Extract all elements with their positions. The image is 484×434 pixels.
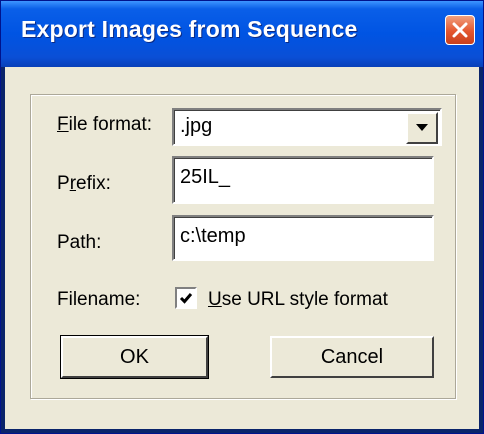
prefix-input[interactable]: 25IL_ <box>172 156 434 204</box>
title-bar[interactable]: Export Images from Sequence <box>1 1 483 67</box>
file-format-value: .jpg <box>180 115 213 137</box>
filename-label: Filename: <box>57 289 141 310</box>
prefix-value: 25IL_ <box>180 166 231 188</box>
path-value: c:\temp <box>180 225 246 247</box>
path-label: Path: <box>57 232 102 253</box>
window-title: Export Images from Sequence <box>21 16 358 42</box>
file-format-combobox[interactable]: .jpg <box>172 108 442 146</box>
file-format-dropdown-button[interactable] <box>406 112 438 144</box>
file-format-label: File format: <box>57 114 153 135</box>
url-style-checkbox[interactable] <box>175 287 197 309</box>
dialog-body: File format: .jpg Prefix: 25IL_ Path: c:… <box>5 67 479 429</box>
close-button[interactable] <box>445 15 475 45</box>
chevron-down-icon <box>416 124 428 131</box>
checkmark-icon <box>179 293 193 304</box>
close-icon <box>452 22 468 38</box>
dialog-window: Export Images from Sequence File format:… <box>0 0 484 434</box>
prefix-label: Prefix: <box>57 173 111 194</box>
ok-button[interactable]: OK <box>60 335 209 379</box>
cancel-button[interactable]: Cancel <box>270 336 434 378</box>
url-style-label[interactable]: Use URL style format <box>208 289 388 311</box>
path-input[interactable]: c:\temp <box>172 215 434 261</box>
